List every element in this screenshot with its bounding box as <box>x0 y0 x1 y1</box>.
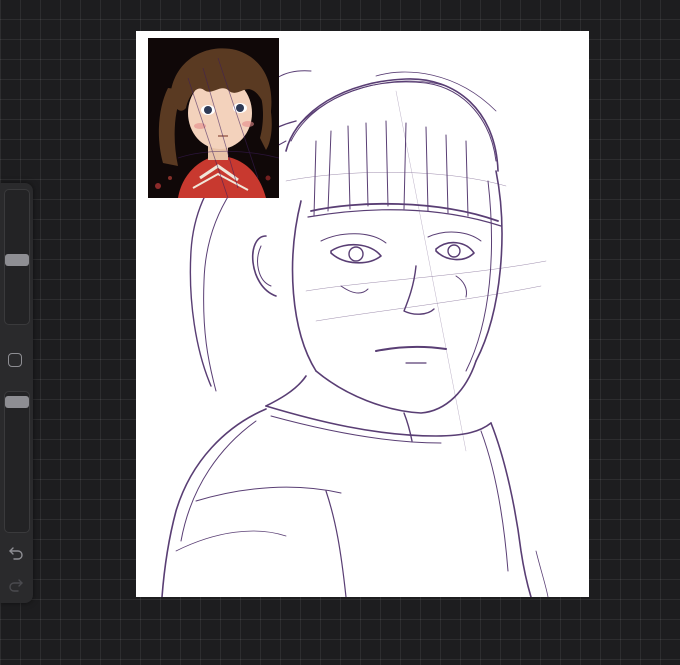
brush-size-slider[interactable] <box>4 189 30 325</box>
undo-button[interactable] <box>5 543 27 563</box>
reference-image[interactable] <box>148 38 279 198</box>
redo-button[interactable] <box>5 575 27 595</box>
modify-button[interactable] <box>8 353 22 367</box>
undo-icon <box>9 547 23 560</box>
redo-icon <box>9 579 23 592</box>
reference-photo <box>148 38 279 198</box>
opacity-slider[interactable] <box>4 391 30 533</box>
opacity-thumb[interactable] <box>5 396 29 408</box>
tool-sidebar <box>0 183 33 603</box>
brush-size-thumb[interactable] <box>5 254 29 266</box>
